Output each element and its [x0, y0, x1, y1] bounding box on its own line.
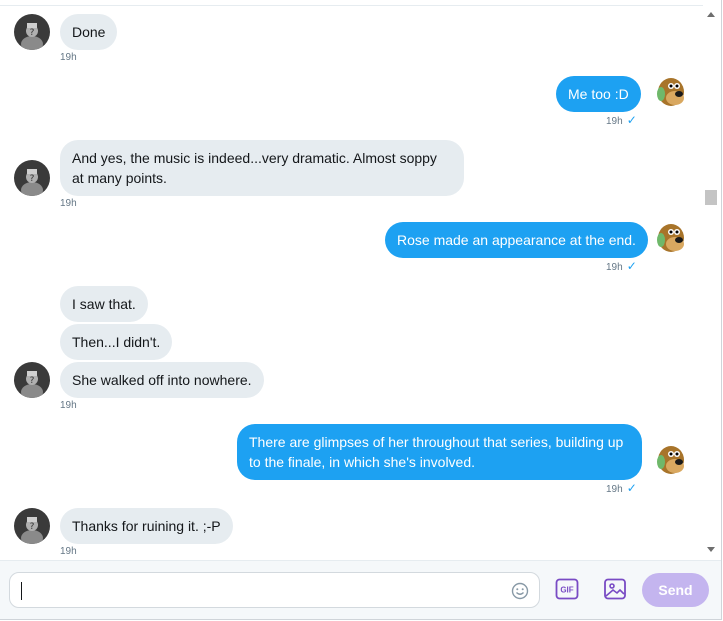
dog-avatar-icon — [651, 442, 687, 478]
hat-avatar-icon: ? — [14, 14, 50, 50]
timestamp-text: 19h — [606, 116, 623, 127]
message-input-box[interactable] — [9, 572, 540, 608]
dm-window: ? Done 19h Me too :D 19h ✓ ? And yes, th… — [0, 0, 722, 620]
message-timestamp: 19h — [60, 198, 77, 209]
hat-avatar-icon: ? — [14, 362, 50, 398]
send-button[interactable]: Send — [642, 573, 709, 607]
message-input[interactable] — [18, 579, 502, 603]
message-text: And yes, the music is indeed...very dram… — [72, 150, 437, 186]
message-text: Thanks for ruining it. ;-P — [72, 518, 221, 534]
send-label: Send — [658, 582, 693, 598]
message-text: Done — [72, 24, 106, 40]
message-composer: GIF Send — [0, 560, 721, 619]
timestamp-text: 19h — [606, 262, 623, 273]
scroll-down-arrow-icon[interactable] — [707, 547, 715, 552]
message-bubble[interactable]: Then...I didn't. — [60, 324, 173, 360]
message-bubble[interactable]: Done — [60, 14, 118, 50]
message-bubble[interactable]: There are glimpses of her throughout tha… — [237, 424, 642, 480]
message-thread: ? Done 19h Me too :D 19h ✓ ? And yes, th… — [0, 6, 703, 560]
svg-text:?: ? — [30, 28, 35, 38]
smiley-icon[interactable] — [511, 582, 529, 600]
timestamp-text: 19h — [606, 484, 623, 495]
message-bubble[interactable]: I saw that. — [60, 286, 148, 322]
message-bubble[interactable]: And yes, the music is indeed...very dram… — [60, 140, 464, 196]
read-check-icon: ✓ — [626, 481, 637, 495]
message-text: Rose made an appearance at the end. — [397, 232, 636, 248]
svg-text:?: ? — [30, 522, 35, 532]
user-avatar[interactable]: ? — [14, 14, 50, 50]
scroll-up-arrow-icon[interactable] — [707, 12, 715, 17]
message-bubble[interactable]: Thanks for ruining it. ;-P — [60, 508, 233, 544]
thread-scrollbar[interactable] — [703, 6, 719, 560]
message-timestamp: 19h — [60, 546, 77, 557]
user-avatar[interactable]: ? — [14, 362, 50, 398]
read-check-icon: ✓ — [626, 113, 637, 127]
message-bubble[interactable]: Rose made an appearance at the end. — [385, 222, 648, 258]
gif-button[interactable]: GIF — [555, 577, 579, 601]
gif-label: GIF — [560, 586, 573, 595]
svg-text:?: ? — [30, 174, 35, 184]
message-timestamp: 19h — [60, 400, 77, 411]
user-avatar[interactable]: ? — [14, 508, 50, 544]
dog-avatar-icon — [651, 74, 687, 110]
svg-text:?: ? — [30, 376, 35, 386]
image-icon — [604, 578, 626, 600]
scrollbar-thumb[interactable] — [705, 190, 717, 205]
message-text: I saw that. — [72, 296, 136, 312]
message-timestamp: 19h ✓ — [606, 260, 637, 274]
message-text: There are glimpses of her throughout tha… — [249, 434, 624, 470]
user-avatar[interactable] — [651, 442, 687, 478]
hat-avatar-icon: ? — [14, 508, 50, 544]
message-text: She walked off into nowhere. — [72, 372, 252, 388]
text-caret — [21, 582, 22, 600]
gif-icon: GIF — [555, 578, 579, 600]
message-bubble[interactable]: She walked off into nowhere. — [60, 362, 264, 398]
message-text: Me too :D — [568, 86, 629, 102]
image-button[interactable] — [603, 577, 627, 601]
message-timestamp: 19h ✓ — [606, 482, 637, 496]
dog-avatar-icon — [651, 220, 687, 256]
hat-avatar-icon: ? — [14, 160, 50, 196]
user-avatar[interactable] — [651, 220, 687, 256]
message-text: Then...I didn't. — [72, 334, 161, 350]
user-avatar[interactable]: ? — [14, 160, 50, 196]
message-timestamp: 19h — [60, 52, 77, 63]
read-check-icon: ✓ — [626, 259, 637, 273]
message-timestamp: 19h ✓ — [606, 114, 637, 128]
message-bubble[interactable]: Me too :D — [556, 76, 641, 112]
user-avatar[interactable] — [651, 74, 687, 110]
